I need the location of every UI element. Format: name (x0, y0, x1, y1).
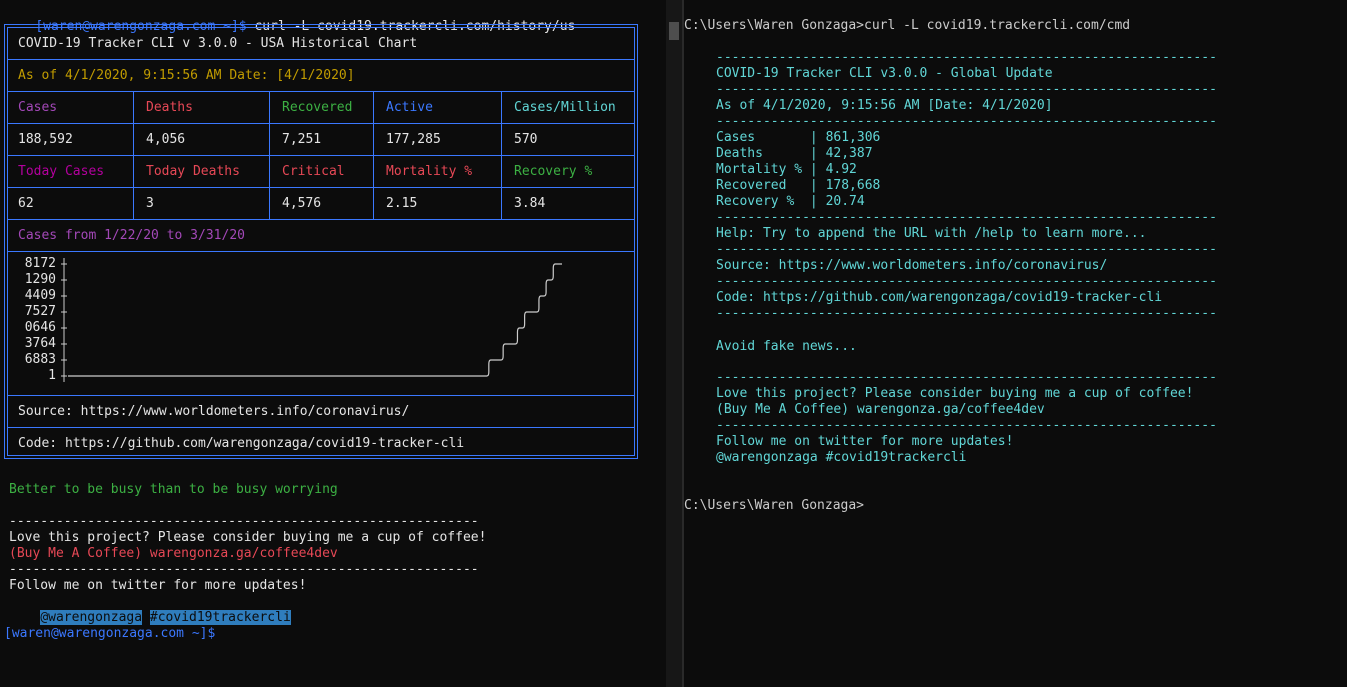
header-recovered: Recovered (282, 100, 353, 115)
table-rule (8, 91, 634, 92)
left-command-line: [waren@warengonzaga.com ~]$ curl -L covi… (4, 3, 575, 34)
stat-row-recovered: Recovered | 178,668 (716, 178, 881, 193)
final-prompt[interactable]: [waren@warengonzaga.com ~]$ (4, 626, 215, 642)
scrollbar-thumb[interactable] (669, 22, 679, 40)
twitter-handle[interactable]: @warengonzaga (40, 610, 143, 625)
separator: ----------------------------------------… (716, 418, 1217, 433)
chart-label: Cases from 1/22/20 to 3/31/20 (18, 228, 245, 243)
separator: ----------------------------------------… (716, 274, 1217, 289)
stat-row-mortality: Mortality % | 4.92 (716, 162, 857, 177)
follow-message: Follow me on twitter for more updates! (716, 434, 1014, 449)
left-terminal-pane[interactable]: [waren@warengonzaga.com ~]$ curl -L covi… (0, 0, 666, 687)
love-message: Love this project? Please consider buyin… (716, 386, 1194, 401)
table-rule (8, 155, 634, 156)
separator: ----------------------------------------… (9, 514, 479, 529)
table-col-rule (501, 91, 502, 219)
value-recovered: 7,251 (282, 132, 322, 147)
value-deaths: 4,056 (146, 132, 186, 147)
follow-message: Follow me on twitter for more updates! (9, 578, 307, 593)
stat-label: Cases (716, 130, 810, 145)
left-scrollbar[interactable] (666, 0, 682, 687)
motto: Better to be busy than to be busy worryi… (9, 482, 338, 497)
right-command-line: C:\Users\Waren Gonzaga>curl -L covid19.t… (684, 18, 1131, 33)
love-message: Love this project? Please consider buyin… (9, 530, 487, 545)
stat-row-cases: Cases | 861,306 (716, 130, 881, 145)
handle-line[interactable]: @warengonzaga #covid19trackercli (9, 594, 291, 625)
stat-row-recovery: Recovery % | 20.74 (716, 194, 865, 209)
header-today-cases: Today Cases (18, 164, 105, 179)
table-col-rule (269, 91, 270, 219)
separator: ----------------------------------------… (716, 370, 1217, 385)
separator: ----------------------------------------… (716, 82, 1217, 97)
handle-line[interactable]: @warengonzaga #covid19trackercli (716, 450, 966, 466)
separator: ----------------------------------------… (716, 210, 1217, 225)
table-col-rule (373, 91, 374, 219)
source-text: Source: https://www.worldometers.info/co… (716, 258, 1108, 273)
code-text: Code: https://github.com/warengonzaga/co… (716, 290, 1163, 305)
history-table: COVID-19 Tracker CLI v 3.0.0 - USA Histo… (4, 24, 638, 459)
stat-label: Recovered (716, 178, 810, 193)
stat-label: Mortality % (716, 162, 810, 177)
global-title: COVID-19 Tracker CLI v3.0.0 - Global Upd… (716, 66, 1053, 81)
value-today-cases: 62 (18, 196, 34, 211)
value-active: 177,285 (386, 132, 441, 147)
stat-value: 42,387 (825, 146, 873, 161)
stat-label: Recovery % (716, 194, 810, 209)
right-terminal-pane[interactable]: C:\Users\Waren Gonzaga>curl -L covid19.t… (684, 0, 1347, 687)
chart-svg (61, 258, 562, 382)
stat-value: 861,306 (825, 130, 881, 145)
value-cases-per-million: 570 (514, 132, 538, 147)
separator: ----------------------------------------… (716, 50, 1217, 65)
help-text: Help: Try to append the URL with /help t… (716, 226, 1147, 241)
header-mortality: Mortality % (386, 164, 473, 179)
table-title: COVID-19 Tracker CLI v 3.0.0 - USA Histo… (18, 36, 418, 51)
table-source: Source: https://www.worldometers.info/co… (18, 404, 410, 419)
table-rule (8, 187, 634, 188)
value-recovery: 3.84 (514, 196, 546, 211)
stat-value: 4.92 (825, 162, 857, 177)
stat-row-deaths: Deaths | 42,387 (716, 146, 873, 161)
header-cases-per-million: Cases/Million (514, 100, 616, 115)
value-today-deaths: 3 (146, 196, 154, 211)
header-today-deaths: Today Deaths (146, 164, 240, 179)
global-as-of: As of 4/1/2020, 9:15:56 AM [Date: 4/1/20… (716, 98, 1053, 113)
value-mortality: 2.15 (386, 196, 418, 211)
header-critical: Critical (282, 164, 345, 179)
value-critical: 4,576 (282, 196, 322, 211)
table-rule (8, 123, 634, 124)
coffee-link[interactable]: (Buy Me A Coffee) warengonza.ga/coffee4d… (9, 546, 338, 562)
stat-value: 20.74 (825, 194, 865, 209)
value-cases: 188,592 (18, 132, 73, 147)
right-final-prompt[interactable]: C:\Users\Waren Gonzaga> (684, 498, 864, 514)
header-deaths: Deaths (146, 100, 193, 115)
separator: ----------------------------------------… (716, 306, 1217, 321)
separator: ----------------------------------------… (9, 562, 479, 577)
header-active: Active (386, 100, 433, 115)
stat-value: 178,668 (825, 178, 881, 193)
table-rule (8, 219, 634, 220)
table-rule (8, 395, 634, 396)
hashtag[interactable]: #covid19trackercli (149, 610, 291, 625)
separator: ----------------------------------------… (716, 242, 1217, 257)
header-recovery: Recovery % (514, 164, 593, 179)
table-col-rule (133, 91, 134, 219)
history-chart: 8172 1290 4409 7527 0646 3764 6883 1 (8, 252, 636, 395)
table-code: Code: https://github.com/warengonzaga/co… (18, 436, 465, 451)
separator: ----------------------------------------… (716, 114, 1217, 129)
history-table-inner: COVID-19 Tracker CLI v 3.0.0 - USA Histo… (7, 27, 635, 456)
table-rule (8, 427, 634, 428)
stat-label: Deaths (716, 146, 810, 161)
table-rule (8, 59, 634, 60)
avoid-fake-news: Avoid fake news... (716, 339, 857, 354)
table-as-of: As of 4/1/2020, 9:15:56 AM Date: [4/1/20… (18, 68, 355, 83)
header-cases: Cases (18, 100, 58, 115)
cases-series-line (68, 263, 562, 377)
coffee-link[interactable]: (Buy Me A Coffee) warengonza.ga/coffee4d… (716, 402, 1045, 418)
